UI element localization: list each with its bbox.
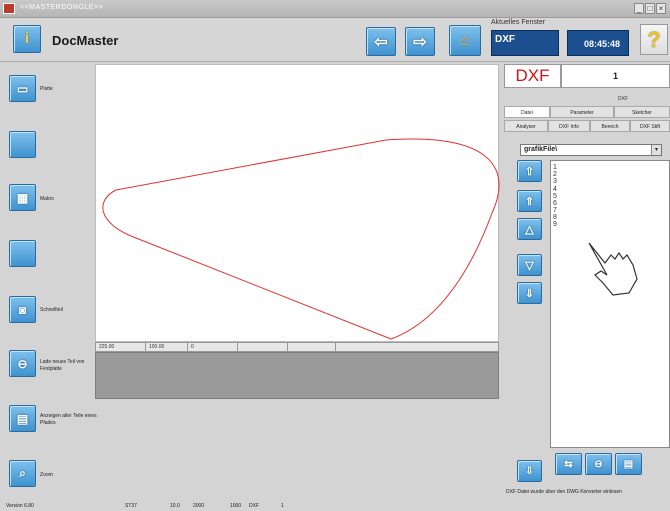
page-up-icon: ⇑ <box>524 195 535 208</box>
sidebar-blank-button-2[interactable] <box>9 240 36 267</box>
sheet-label: Platte <box>40 86 53 92</box>
active-window-value: DXF <box>491 30 559 56</box>
macro-button[interactable]: ▦ <box>9 184 36 211</box>
message-area <box>95 352 499 399</box>
zoom-button[interactable]: ⌕ <box>9 460 36 487</box>
tab-analyser[interactable]: Analyser <box>504 120 548 132</box>
drawing-canvas[interactable] <box>95 64 500 342</box>
file-number[interactable]: 1 <box>553 164 557 171</box>
disk-button[interactable]: ⊖ <box>585 453 612 475</box>
file-number[interactable]: 3 <box>553 178 557 185</box>
macro-label: Makro <box>40 196 54 202</box>
zoom-label: Zoom <box>40 472 53 478</box>
network-button[interactable]: ▤ <box>615 453 642 475</box>
minimize-button[interactable]: _ <box>634 3 644 14</box>
home-button[interactable]: ⌂ <box>449 25 481 56</box>
file-number[interactable]: 9 <box>553 221 557 228</box>
arrow-right-icon: ⇨ <box>413 33 427 51</box>
usb-button[interactable]: ⇆ <box>555 453 582 475</box>
tab-datei[interactable]: Datei <box>504 106 550 118</box>
file-number[interactable]: 4 <box>553 186 557 193</box>
info-icon: i <box>24 30 30 47</box>
type-text: DXF <box>249 503 259 509</box>
dim-y-text: 1000 <box>230 503 242 509</box>
quickpart-button[interactable]: ◙ <box>9 296 36 323</box>
status-message: DXF Datei wurde über den DWG Konverter e… <box>506 489 622 495</box>
sheet-icon: ▭ <box>16 81 29 96</box>
line-up-button[interactable]: △ <box>517 218 542 240</box>
arrow-left-icon: ⇦ <box>374 33 388 51</box>
material-text: ST37 <box>125 503 137 509</box>
load-disk-icon: ⊖ <box>17 356 28 371</box>
file-number[interactable]: 5 <box>553 193 557 200</box>
tab-dxf-stift[interactable]: DXF Stift <box>630 120 670 132</box>
info-button[interactable]: i <box>13 25 41 53</box>
close-button[interactable]: × <box>656 3 666 14</box>
home-icon: ⌂ <box>460 32 470 49</box>
zoom-icon: ⌕ <box>19 466 26 480</box>
show-path-parts-label: Anzeigen aller Teile eines Pfades <box>40 413 97 426</box>
sheet-button[interactable]: ▭ <box>9 75 36 102</box>
show-path-parts-icon: ▤ <box>16 411 29 426</box>
load-part-label: Lade neues Teil von Festplatte <box>40 359 85 372</box>
touch-hand-icon <box>588 242 638 296</box>
status-cell-y: 100.00 <box>146 343 188 351</box>
status-cell-empty-2 <box>288 343 336 351</box>
path-select[interactable]: grafikFile\ <box>520 144 662 156</box>
file-type-indicator: DXF <box>504 64 561 88</box>
canvas-status-bar: 225.00 100.00 0 <box>95 342 499 352</box>
macro-icon: ▦ <box>16 190 29 205</box>
part-count: 1 <box>561 64 670 88</box>
app-name: DocMaster <box>52 33 119 48</box>
usb-icon: ⇆ <box>564 458 573 470</box>
show-path-parts-button[interactable]: ▤ <box>9 405 36 432</box>
quickpart-icon: ◙ <box>18 302 27 317</box>
file-number[interactable]: 2 <box>553 171 557 178</box>
sidebar-blank-button-1[interactable] <box>9 131 36 158</box>
tab-dxf-info[interactable]: DXF Info <box>548 120 590 132</box>
question-mark-icon: ? <box>647 26 661 52</box>
window-title: <<MASTERDONGLE>> <box>20 4 104 11</box>
page-down-button[interactable]: ⇓ <box>517 282 542 304</box>
line-down-button[interactable]: ▽ <box>517 254 542 276</box>
count-text: 1 <box>281 503 284 509</box>
status-cell-empty-1 <box>238 343 288 351</box>
scroll-bottom-button[interactable]: ⇩ <box>517 460 542 482</box>
back-button[interactable]: ⇦ <box>366 27 396 56</box>
help-button[interactable]: ? <box>640 24 668 55</box>
file-number[interactable]: 8 <box>553 214 557 221</box>
network-icon: ▤ <box>623 458 634 470</box>
triangle-down-icon: ▽ <box>525 259 534 272</box>
forward-button[interactable]: ⇨ <box>405 27 435 56</box>
arrow-down-last-icon: ⇩ <box>525 465 534 477</box>
active-window-label: Aktuelles Fenster <box>491 19 546 26</box>
chevron-down-icon[interactable]: ▾ <box>651 145 661 155</box>
quickpart-label: Schnellteil <box>40 307 63 313</box>
disk-icon: ⊖ <box>594 458 603 470</box>
part-contour <box>102 138 500 340</box>
arrow-up-first-icon: ⇧ <box>524 165 535 178</box>
triangle-up-icon: △ <box>525 223 534 236</box>
page-down-icon: ⇓ <box>524 287 535 300</box>
file-number[interactable]: 6 <box>553 200 557 207</box>
status-cell-x: 225.00 <box>96 343 146 351</box>
tab-dxf-header: DXF <box>618 96 628 102</box>
tab-sketcher[interactable]: Sketcher <box>614 106 670 118</box>
scroll-top-button[interactable]: ⇧ <box>517 160 542 182</box>
tab-bereich[interactable]: Bereich <box>590 120 630 132</box>
page-up-button[interactable]: ⇑ <box>517 190 542 212</box>
load-part-button[interactable]: ⊖ <box>9 350 36 377</box>
file-number[interactable]: 7 <box>553 207 557 214</box>
thickness-text: 10.0 <box>170 503 180 509</box>
version-text: Version 6.80 <box>6 503 34 509</box>
maximize-button[interactable]: □ <box>645 3 655 14</box>
status-cell-value: 0 <box>188 343 238 351</box>
tab-parameter[interactable]: Parameter <box>550 106 614 118</box>
clock: 08:45:48 <box>567 30 629 56</box>
part-contour-drawing <box>102 138 500 340</box>
app-icon <box>3 3 15 14</box>
file-list[interactable] <box>550 160 670 448</box>
dim-x-text: 2000 <box>193 503 205 509</box>
